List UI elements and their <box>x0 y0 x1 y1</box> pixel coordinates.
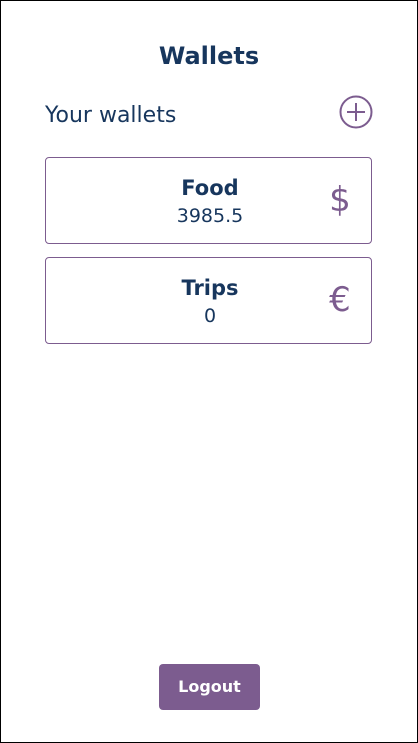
wallet-name: Food <box>181 176 239 200</box>
wallet-card-food[interactable]: Food 3985.5 $ <box>45 157 372 244</box>
add-wallet-button[interactable] <box>339 95 373 129</box>
your-wallets-label: Your wallets <box>45 103 177 128</box>
plus-circle-icon <box>339 95 373 129</box>
wallet-balance: 0 <box>203 305 217 327</box>
page-title: Wallets <box>158 42 260 70</box>
dollar-icon: $ <box>329 180 351 220</box>
wallet-card-trips[interactable]: Trips 0 € <box>45 257 372 344</box>
wallet-balance: 3985.5 <box>176 205 244 227</box>
wallet-name: Trips <box>181 276 239 300</box>
euro-icon: € <box>329 280 351 320</box>
logout-button[interactable]: Logout <box>159 664 260 710</box>
app-frame: Wallets Your wallets Food 3985.5 $ Trips… <box>0 0 418 743</box>
